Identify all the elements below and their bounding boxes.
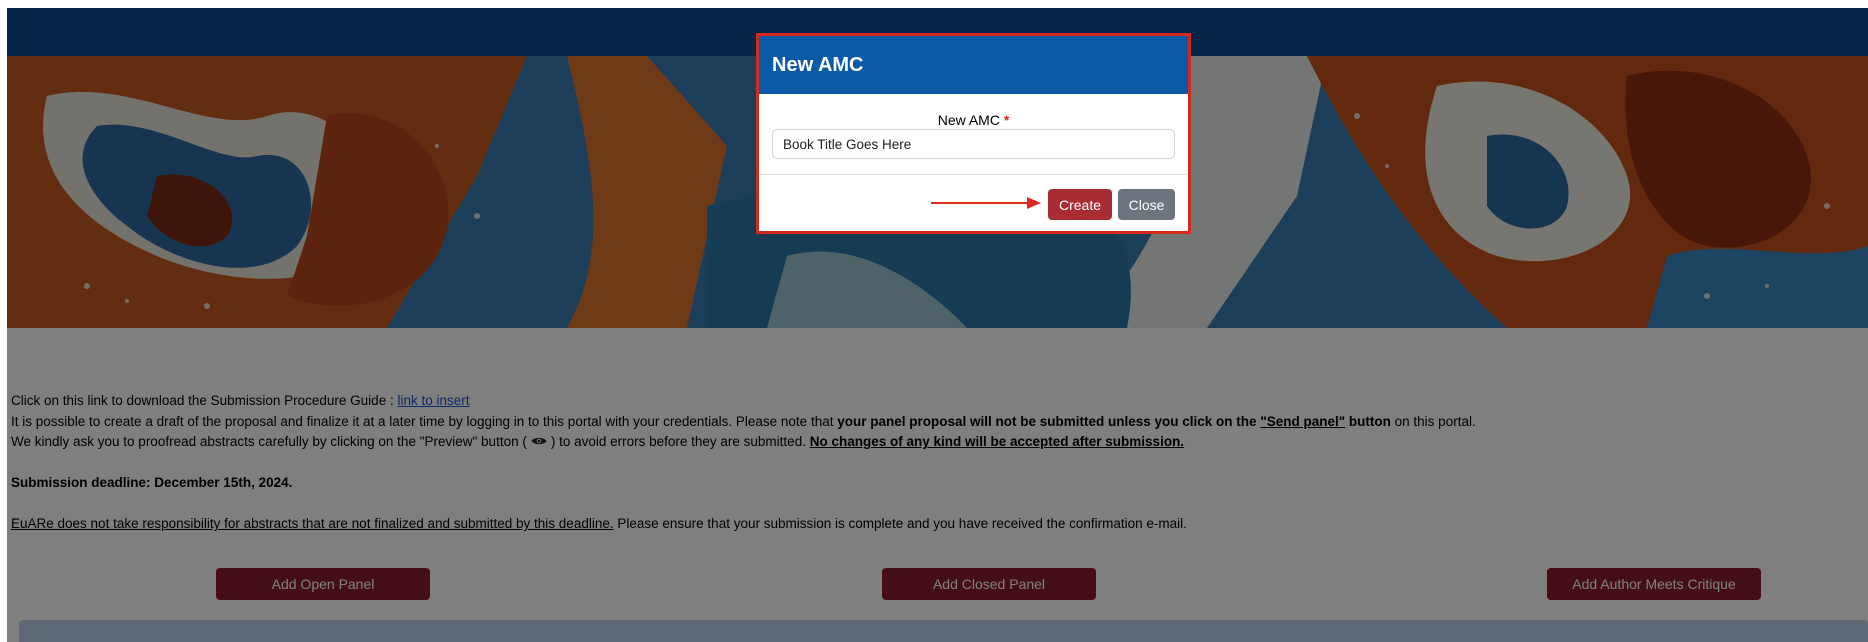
arrow-right-icon bbox=[931, 197, 1041, 209]
amc-title-input[interactable] bbox=[772, 129, 1175, 159]
modal-body: New AMC * bbox=[759, 94, 1188, 175]
modal-title: New AMC bbox=[759, 36, 1188, 94]
amc-label-text: New AMC bbox=[937, 112, 1000, 128]
modal-footer: Create Close bbox=[759, 175, 1188, 231]
new-amc-modal: New AMC New AMC * Create Close bbox=[756, 33, 1191, 234]
amc-field-label: New AMC * bbox=[759, 112, 1188, 128]
app-frame: Click on this link to download the Submi… bbox=[7, 8, 1868, 642]
required-marker: * bbox=[1003, 112, 1010, 128]
close-button[interactable]: Close bbox=[1118, 189, 1175, 220]
create-button[interactable]: Create bbox=[1048, 189, 1112, 220]
